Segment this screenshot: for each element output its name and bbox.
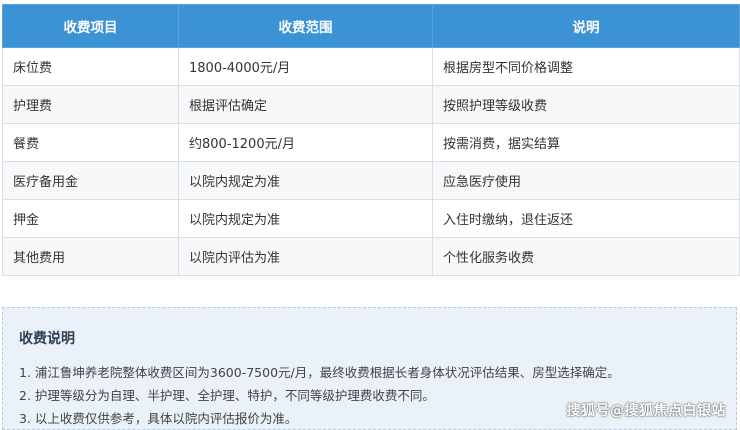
watermark: 搜狐号@搜狐焦点白银站 — [566, 403, 726, 419]
cell-range: 根据评估确定 — [178, 85, 433, 124]
header-item: 收费项目 — [2, 4, 179, 48]
cell-range: 约800-1200元/月 — [178, 123, 433, 162]
cell-item: 押金 — [2, 199, 179, 238]
header-description: 说明 — [432, 4, 740, 48]
cell-item: 床位费 — [2, 47, 179, 86]
header-range: 收费范围 — [178, 4, 433, 48]
cell-range: 以院内评估为准 — [178, 237, 433, 276]
cell-description: 应急医疗使用 — [432, 161, 740, 200]
cell-description: 根据房型不同价格调整 — [432, 47, 740, 86]
notes-item: 1. 浦江鲁坤养老院整体收费区间为3600-7500元/月，最终收费根据长者身体… — [19, 365, 620, 380]
table-row: 床位费 1800-4000元/月 根据房型不同价格调整 — [2, 47, 740, 86]
notes-title: 收费说明 — [19, 331, 75, 347]
fee-table: 收费项目 收费范围 说明 床位费 1800-4000元/月 根据房型不同价格调整… — [2, 4, 740, 276]
cell-description: 按照护理等级收费 — [432, 85, 740, 124]
cell-description: 按需消费，据实结算 — [432, 123, 740, 162]
cell-item: 医疗备用金 — [2, 161, 179, 200]
table-header-row: 收费项目 收费范围 说明 — [2, 4, 740, 48]
table-row: 押金 以院内规定为准 入住时缴纳，退住返还 — [2, 199, 740, 238]
table-row: 医疗备用金 以院内规定为准 应急医疗使用 — [2, 161, 740, 200]
cell-range: 1800-4000元/月 — [178, 47, 433, 86]
cell-item: 餐费 — [2, 123, 179, 162]
cell-range: 以院内规定为准 — [178, 199, 433, 238]
cell-item: 护理费 — [2, 85, 179, 124]
table-row: 餐费 约800-1200元/月 按需消费，据实结算 — [2, 123, 740, 162]
page: 收费项目 收费范围 说明 床位费 1800-4000元/月 根据房型不同价格调整… — [0, 0, 740, 430]
cell-item: 其他费用 — [2, 237, 179, 276]
table-row: 其他费用 以院内评估为准 个性化服务收费 — [2, 237, 740, 276]
cell-description: 入住时缴纳，退住返还 — [432, 199, 740, 238]
table-row: 护理费 根据评估确定 按照护理等级收费 — [2, 85, 740, 124]
cell-range: 以院内规定为准 — [178, 161, 433, 200]
cell-description: 个性化服务收费 — [432, 237, 740, 276]
